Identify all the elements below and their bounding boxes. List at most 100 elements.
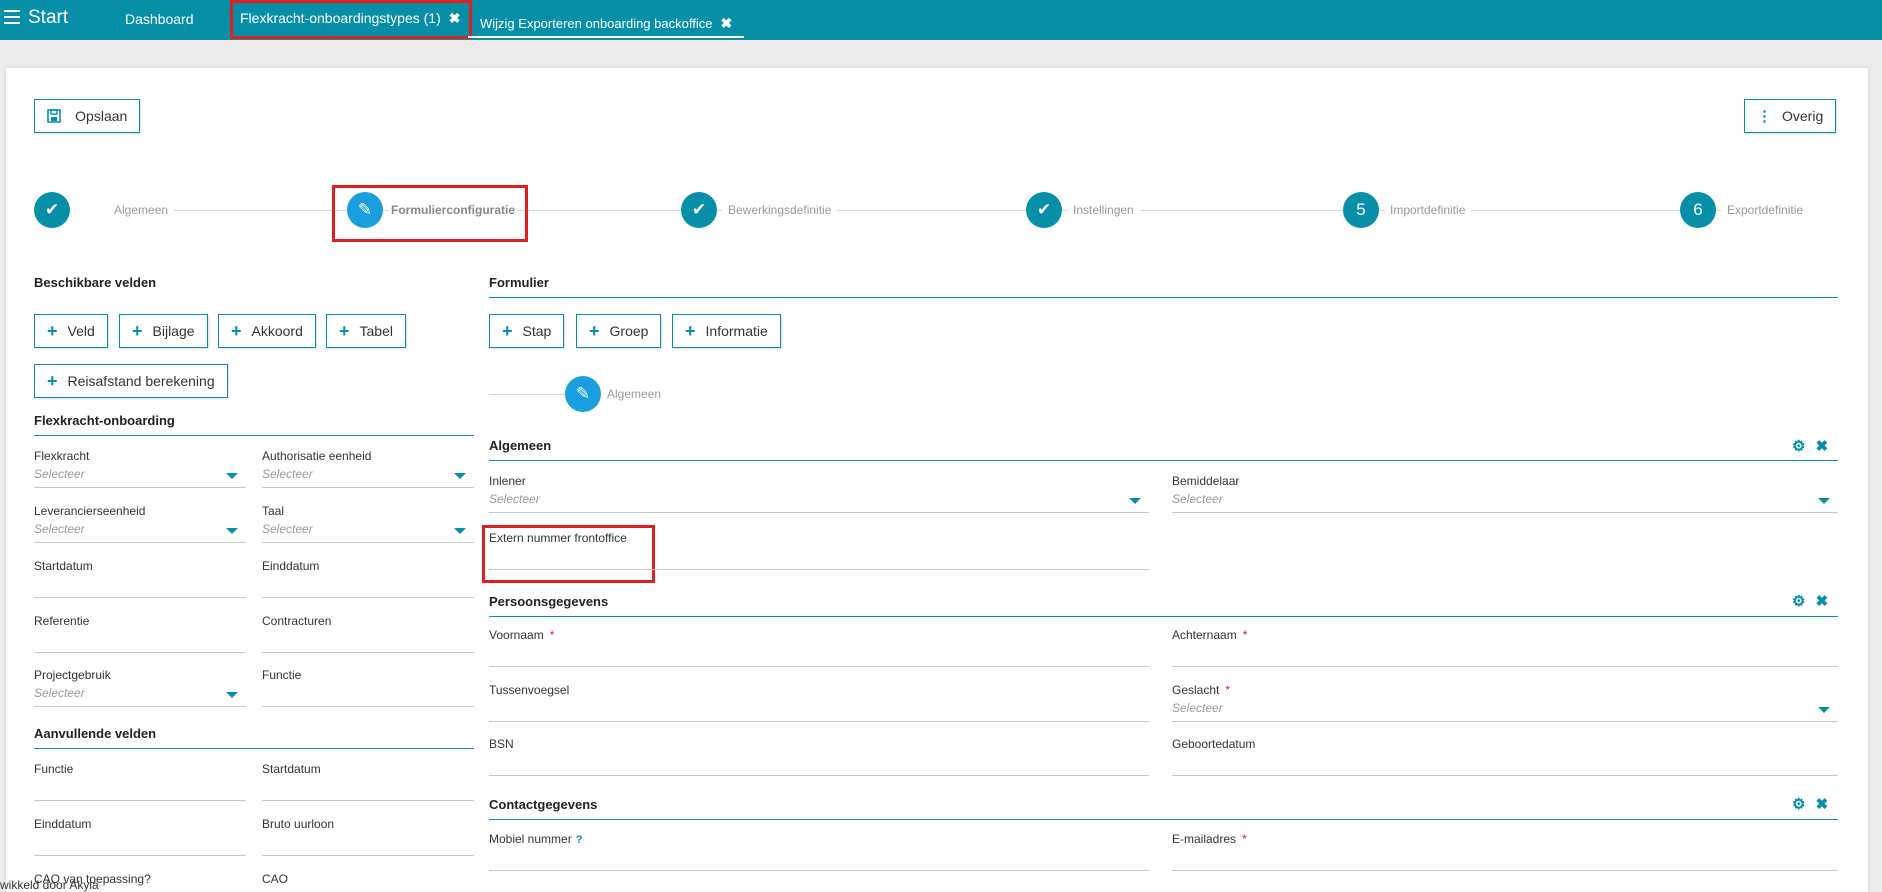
form-field-bemiddelaar[interactable]: Bemiddelaar Selecteer: [1172, 474, 1838, 514]
field-label: Einddatum: [262, 559, 320, 573]
chevron-down-icon[interactable]: [226, 473, 238, 479]
tab-dashboard[interactable]: Dashboard: [125, 0, 194, 38]
step-label-instellingen[interactable]: Instellingen: [1067, 203, 1140, 217]
close-icon[interactable]: ✖: [720, 15, 732, 31]
form-field-geslacht[interactable]: Geslacht * Selecteer: [1172, 683, 1838, 723]
field-label: Tussenvoegsel: [489, 683, 570, 697]
close-icon[interactable]: ✖: [1816, 796, 1829, 813]
form-field-e-mailadres[interactable]: E-mailadres *: [1172, 832, 1838, 872]
help-icon[interactable]: ?: [576, 834, 583, 846]
step-importdefinitie-number[interactable]: 5: [1343, 192, 1379, 228]
available-field-cao[interactable]: CAO: [262, 872, 474, 892]
form-field-voornaam[interactable]: Voornaam *: [489, 628, 1149, 668]
step-label-algemeen[interactable]: Algemeen: [108, 203, 175, 217]
form-field-bsn[interactable]: BSN: [489, 737, 1149, 777]
chevron-down-icon[interactable]: [454, 473, 466, 479]
step-label-importdefinitie[interactable]: Importdefinitie: [1384, 203, 1472, 217]
save-button[interactable]: Opslaan: [34, 99, 141, 133]
field-label: Referentie: [34, 614, 90, 628]
button-label: Veld: [67, 323, 95, 339]
plus-icon: +: [47, 321, 58, 341]
add-groep-button[interactable]: + Groep: [576, 314, 662, 348]
save-label: Opslaan: [75, 108, 128, 124]
start-link[interactable]: Start: [28, 0, 68, 38]
available-field-projectgebruik[interactable]: Projectgebruik Selecteer: [34, 668, 246, 708]
section-tools: ⚙ ✖: [1792, 437, 1828, 455]
available-field-startdatum-extra[interactable]: Startdatum: [262, 762, 474, 802]
gears-icon[interactable]: ⚙: [1792, 593, 1805, 610]
gears-icon[interactable]: ⚙: [1792, 796, 1805, 813]
footer-credit: wikkeld door Akyla: [0, 878, 99, 892]
add-bijlage-button[interactable]: + Bijlage: [119, 314, 208, 348]
step-formulierconfiguratie-pencil-icon[interactable]: ✎: [347, 192, 383, 228]
group-title-flexkracht-onboarding: Flexkracht-onboarding: [34, 413, 474, 436]
chevron-down-icon[interactable]: [1818, 498, 1830, 504]
add-stap-button[interactable]: + Stap: [489, 314, 565, 348]
available-field-taal[interactable]: Taal Selecteer: [262, 504, 474, 544]
label-text: Achternaam: [1172, 628, 1237, 642]
available-field-functie[interactable]: Functie: [262, 668, 474, 708]
available-field-bruto-uurloon[interactable]: Bruto uurloon: [262, 817, 474, 857]
step-label-bewerkingsdefinitie[interactable]: Bewerkingsdefinitie: [722, 203, 838, 217]
add-akkoord-button[interactable]: + Akkoord: [218, 314, 316, 348]
field-label: Authorisatie eenheid: [262, 449, 372, 463]
tab-wijzig-exporteren[interactable]: Wijzig Exporteren onboarding backoffice ✖: [468, 0, 745, 38]
chevron-down-icon[interactable]: [226, 692, 238, 698]
substep-line: [489, 394, 569, 395]
substep-algemeen-pencil-icon[interactable]: ✎: [565, 376, 601, 412]
close-icon[interactable]: ✖: [1816, 593, 1829, 610]
gears-icon[interactable]: ⚙: [1792, 438, 1805, 455]
add-tabel-button[interactable]: + Tabel: [326, 314, 406, 348]
select-placeholder: Selecteer: [1172, 701, 1223, 715]
available-field-authorisatie-eenheid[interactable]: Authorisatie eenheid Selecteer: [262, 449, 474, 489]
available-field-leverancierseenheid[interactable]: Leverancierseenheid Selecteer: [34, 504, 246, 544]
form-field-inlener[interactable]: Inlener Selecteer: [489, 474, 1149, 514]
field-label: Einddatum: [34, 817, 92, 831]
chevron-down-icon[interactable]: [1818, 707, 1830, 713]
form-field-tussenvoegsel[interactable]: Tussenvoegsel: [489, 683, 1149, 723]
field-label: Extern nummer frontoffice: [489, 531, 627, 545]
tab-label: Flexkracht-onboardingstypes (1): [240, 10, 441, 26]
step-label-exportdefinitie[interactable]: Exportdefinitie: [1721, 203, 1810, 217]
select-placeholder: Selecteer: [489, 492, 540, 506]
floppy-disk-icon: [47, 108, 65, 125]
step-instellingen-check-icon[interactable]: ✔: [1026, 192, 1062, 228]
add-informatie-button[interactable]: + Informatie: [672, 314, 781, 348]
available-fields-title: Beschikbare velden: [34, 275, 157, 290]
chevron-down-icon[interactable]: [1129, 498, 1141, 504]
chevron-down-icon[interactable]: [454, 528, 466, 534]
form-field-extern-nummer-frontoffice[interactable]: Extern nummer frontoffice: [489, 531, 1149, 571]
step-label-formulierconfiguratie[interactable]: Formulierconfiguratie: [389, 203, 518, 217]
available-field-startdatum[interactable]: Startdatum: [34, 559, 246, 599]
step-algemeen-check-icon[interactable]: ✔: [34, 192, 70, 228]
add-veld-button[interactable]: + Veld: [34, 314, 108, 348]
plus-icon: +: [589, 321, 600, 341]
tab-flexkracht-onboardingstypes[interactable]: Flexkracht-onboardingstypes (1) ✖: [230, 0, 472, 39]
group-title-aanvullende-velden: Aanvullende velden: [34, 726, 474, 749]
menu-icon[interactable]: [4, 10, 20, 24]
more-button[interactable]: ⋮ Overig: [1744, 99, 1837, 133]
field-label: Contracturen: [262, 614, 332, 628]
step-exportdefinitie-number[interactable]: 6: [1680, 192, 1716, 228]
field-label: E-mailadres *: [1172, 832, 1838, 846]
add-reisafstand-button[interactable]: + Reisafstand berekening: [34, 364, 228, 398]
select-placeholder: Selecteer: [34, 467, 85, 481]
chevron-down-icon[interactable]: [226, 528, 238, 534]
label-text: Mobiel nummer: [489, 832, 572, 846]
substep-label-algemeen[interactable]: Algemeen: [607, 387, 661, 401]
step-bewerkingsdefinitie-check-icon[interactable]: ✔: [681, 192, 717, 228]
available-field-contracturen[interactable]: Contracturen: [262, 614, 474, 654]
available-field-einddatum-extra[interactable]: Einddatum: [34, 817, 246, 857]
available-field-flexkracht[interactable]: Flexkracht Selecteer: [34, 449, 246, 489]
form-field-geboortedatum[interactable]: Geboortedatum: [1172, 737, 1838, 777]
form-section-algemeen: Algemeen: [489, 438, 1838, 461]
available-field-referentie[interactable]: Referentie: [34, 614, 246, 654]
close-icon[interactable]: ✖: [449, 10, 461, 26]
select-placeholder: Selecteer: [34, 686, 85, 700]
close-icon[interactable]: ✖: [1816, 438, 1829, 455]
available-field-functie-extra[interactable]: Functie: [34, 762, 246, 802]
form-field-mobiel-nummer[interactable]: Mobiel nummer?: [489, 832, 1149, 872]
available-field-einddatum[interactable]: Einddatum: [262, 559, 474, 599]
form-field-achternaam[interactable]: Achternaam *: [1172, 628, 1838, 668]
plus-icon: +: [685, 321, 696, 341]
